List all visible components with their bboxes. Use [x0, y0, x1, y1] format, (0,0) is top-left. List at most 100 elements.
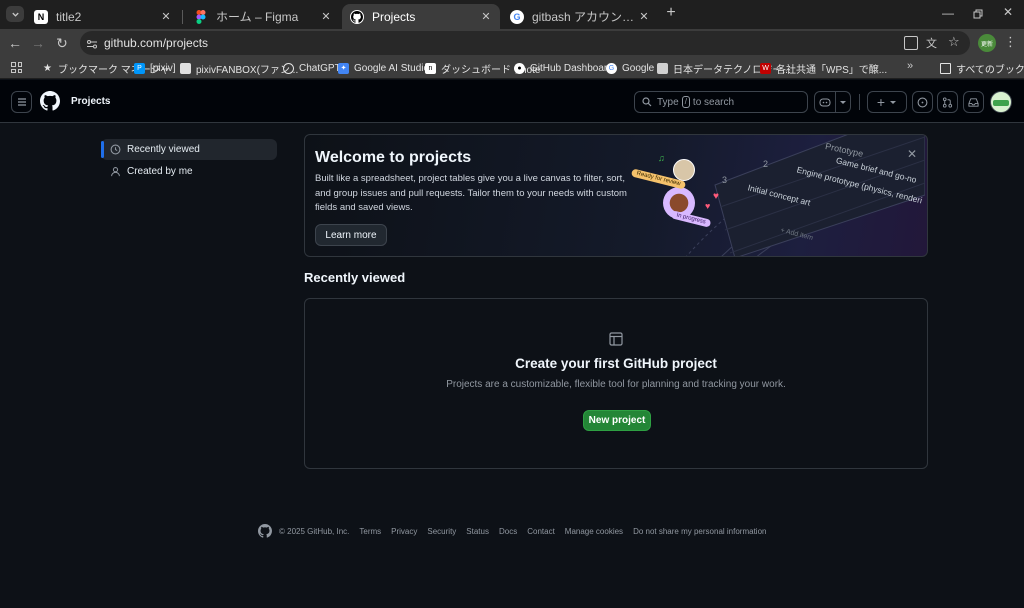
star-icon[interactable]: ☆: [948, 34, 960, 50]
learn-more-button[interactable]: Learn more: [315, 224, 387, 246]
bookmark-wps[interactable]: W 各社共通「WPS」で醸...: [760, 60, 887, 76]
user-avatar[interactable]: [990, 91, 1012, 113]
window-close-button[interactable]: ✕: [1000, 5, 1016, 21]
copilot-button[interactable]: [814, 91, 836, 113]
new-tab-button[interactable]: +: [663, 5, 679, 21]
footer-link-docs[interactable]: Docs: [499, 527, 517, 536]
bookmark-chatgpt[interactable]: ChatGPT: [283, 60, 341, 76]
person-icon: [107, 166, 123, 177]
browser-tab-projects[interactable]: Projects ✕: [342, 4, 500, 29]
restore-icon: [973, 9, 983, 19]
footer-link-privacy[interactable]: Privacy: [391, 527, 417, 536]
minimize-button[interactable]: —: [940, 6, 956, 22]
browser-toolbar: ← → ↻ github.com/projects 文 ☆ 更新 ⋮: [0, 29, 1024, 57]
github-logo-icon[interactable]: [258, 524, 272, 538]
chatgpt-icon: [283, 62, 294, 74]
footer: © 2025 GitHub, Inc. Terms Privacy Securi…: [258, 522, 766, 540]
close-icon[interactable]: ✕: [478, 10, 494, 23]
chevron-down-icon: [11, 12, 19, 17]
bookmark-ai-studio[interactable]: ✦ Google AI Studio: [338, 60, 429, 76]
github-header: Projects Type / to search +: [0, 80, 1024, 123]
forward-button[interactable]: →: [28, 33, 48, 53]
search-input[interactable]: Type / to search: [634, 91, 808, 113]
restore-button[interactable]: [970, 6, 986, 22]
plus-icon: +: [876, 94, 886, 110]
pull-requests-button[interactable]: [937, 91, 958, 113]
triangle-down-icon: [890, 101, 897, 104]
google-icon: G: [606, 62, 617, 74]
search-prefix: Type: [657, 96, 679, 108]
browser-tab-title2[interactable]: N title2 ✕: [26, 4, 180, 29]
tab-divider: [182, 10, 183, 24]
close-icon[interactable]: ✕: [158, 10, 174, 23]
heart-icon: ♥: [713, 191, 719, 202]
apps-grid-icon[interactable]: [11, 62, 22, 73]
empty-state-description: Projects are a customizable, flexible to…: [446, 379, 786, 390]
triangle-down-icon: [840, 101, 846, 104]
hamburger-icon: [17, 98, 26, 106]
empty-state: Create your first GitHub project Project…: [304, 298, 928, 469]
welcome-title: Welcome to projects: [315, 149, 472, 166]
reload-button[interactable]: ↻: [52, 33, 72, 53]
site-info-icon[interactable]: [86, 37, 98, 49]
search-key-hint: /: [681, 96, 690, 108]
google-icon: G: [510, 9, 524, 24]
copilot-dropdown[interactable]: [835, 91, 851, 113]
translate-icon[interactable]: 文: [926, 35, 937, 51]
new-project-button[interactable]: New project: [583, 410, 651, 431]
bookmark-fanbox[interactable]: pixivFANBOX(ファン...: [180, 60, 298, 76]
bookmarks-bar: ★ ブックマーク マネージャ P [pixiv] pixivFANBOX(ファン..…: [0, 57, 1024, 79]
cast-icon[interactable]: [904, 36, 918, 50]
address-bar[interactable]: github.com/projects 文 ☆: [80, 31, 970, 55]
pull-request-icon: [942, 96, 953, 108]
fanbox-icon: [180, 62, 191, 74]
header-divider: [859, 94, 860, 110]
profile-avatar[interactable]: 更新: [978, 34, 996, 52]
footer-copyright: © 2025 GitHub, Inc.: [279, 526, 350, 536]
close-icon[interactable]: ✕: [907, 147, 917, 161]
star-icon: ★: [43, 62, 52, 74]
browser-tab-figma[interactable]: ホーム – Figma ✕: [186, 4, 340, 29]
table-icon: [608, 331, 624, 347]
back-button[interactable]: ←: [5, 33, 25, 53]
browser-tab-strip: N title2 ✕ ホーム – Figma ✕ Projects ✕ G gi…: [0, 0, 1024, 29]
ai-studio-icon: ✦: [338, 62, 349, 74]
url-text: github.com/projects: [104, 36, 209, 50]
bookmark-github-dashboard[interactable]: ● GitHub Dashboard: [514, 60, 613, 76]
bookmark-google[interactable]: G Google: [606, 60, 654, 76]
footer-link-status[interactable]: Status: [466, 527, 489, 536]
close-icon[interactable]: ✕: [318, 10, 334, 23]
welcome-description: Built like a spreadsheet, project tables…: [315, 173, 627, 213]
issue-opened-icon: [917, 97, 928, 107]
footer-link-manage-cookies[interactable]: Manage cookies: [565, 527, 623, 536]
bookmark-pixiv[interactable]: P [pixiv]: [134, 60, 176, 76]
issues-button[interactable]: [912, 91, 933, 113]
page-icon: [657, 62, 668, 74]
menu-button[interactable]: [11, 91, 32, 113]
footer-link-contact[interactable]: Contact: [527, 527, 555, 536]
sidebar-item-label: Recently viewed: [127, 144, 200, 155]
footer-link-terms[interactable]: Terms: [359, 527, 381, 536]
music-note-icon: ♫: [658, 153, 665, 163]
footer-link-do-not-share[interactable]: Do not share my personal information: [633, 527, 766, 536]
bookmarks-overflow-icon[interactable]: »: [907, 60, 913, 72]
all-bookmarks[interactable]: すべてのブックマーク: [940, 60, 1024, 76]
welcome-banner: Welcome to projects Built like a spreads…: [304, 134, 928, 257]
welcome-illustration: Prototype 2 3 Game brief and go-no Engin…: [625, 135, 925, 256]
illustration-number: 3: [722, 175, 728, 185]
inbox-icon: [968, 97, 979, 107]
page-title[interactable]: Projects: [71, 96, 110, 107]
sidebar-item-created-by-me[interactable]: Created by me: [101, 161, 277, 182]
close-icon[interactable]: ✕: [636, 10, 652, 23]
create-new-button[interactable]: +: [867, 91, 907, 113]
tab-search-button[interactable]: [6, 6, 24, 22]
inbox-button[interactable]: [963, 91, 984, 113]
more-menu-icon[interactable]: ⋮: [1004, 33, 1017, 53]
browser-tab-google[interactable]: G gitbash アカウント 確認 - Google ✕: [502, 4, 658, 29]
footer-link-security[interactable]: Security: [427, 527, 456, 536]
copilot-icon: [819, 98, 831, 107]
github-logo-icon[interactable]: [40, 91, 60, 111]
note-icon: n: [425, 62, 436, 74]
sidebar-item-recently-viewed[interactable]: Recently viewed: [101, 139, 277, 160]
figma-icon: [194, 9, 208, 24]
